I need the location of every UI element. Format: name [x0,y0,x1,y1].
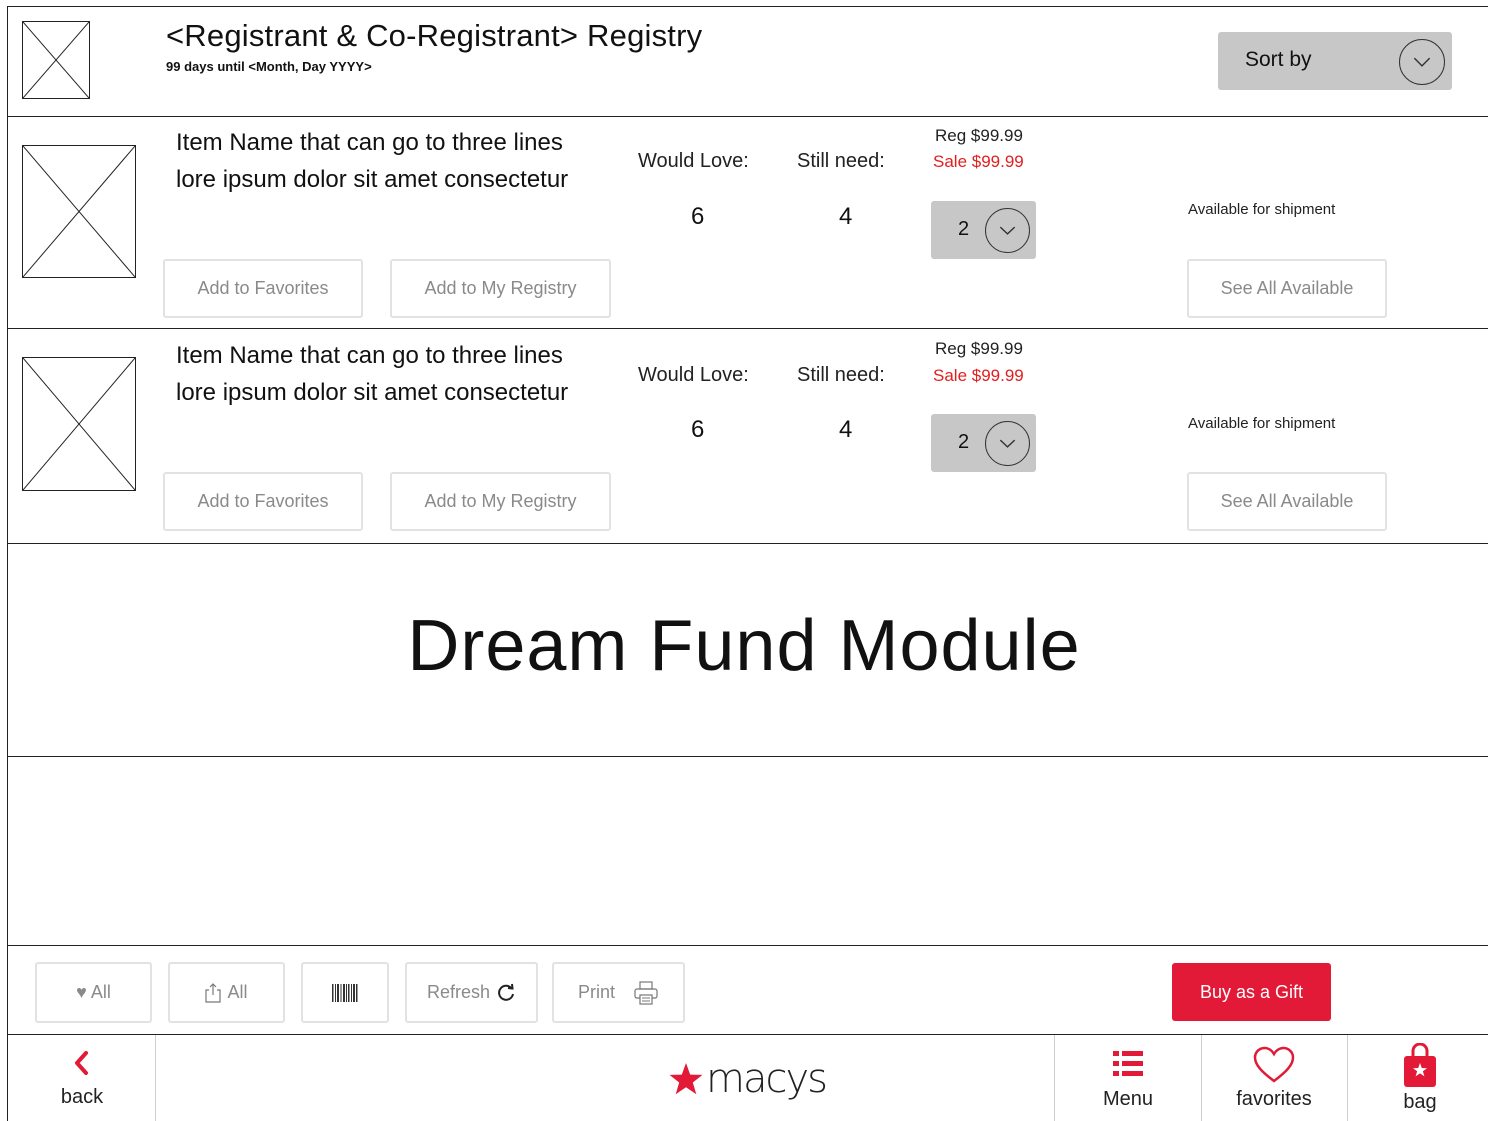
logo-wordmark: macys [706,1056,828,1102]
event-countdown: 99 days until <Month, Day YYYY> [166,59,372,74]
shopping-bag-icon [1402,1042,1438,1089]
would-love-label: Would Love: [638,150,749,172]
sale-price: Sale $99.99 [933,366,1024,385]
buy-as-gift-button[interactable]: Buy as a Gift [1172,963,1331,1021]
would-love-count: 6 [691,203,705,230]
barcode-icon [331,983,359,1003]
sale-price: Sale $99.99 [933,152,1024,171]
divider [7,1034,1488,1035]
quantity-value: 2 [958,431,970,453]
chevron-down-icon [985,208,1030,253]
back-label: back [60,1086,104,1108]
still-need-count: 4 [839,203,853,230]
favorite-all-label: ♥ All [76,982,111,1002]
item-image-placeholder [22,145,136,278]
menu-icon [1111,1047,1145,1081]
printer-icon [633,980,659,1005]
chevron-down-icon [985,421,1030,466]
star-icon [668,1062,704,1096]
would-love-label: Would Love: [638,364,749,386]
quantity-value: 2 [958,218,970,240]
favorite-all-button[interactable]: ♥ All [35,962,152,1023]
add-to-favorites-button[interactable]: Add to Favorites [163,259,363,318]
item-name[interactable]: Item Name that can go to three lines lor… [176,124,596,198]
share-icon [205,982,222,1003]
dream-fund-module: Dream Fund Module [407,606,1081,686]
favorites-label: favorites [1236,1088,1312,1110]
refresh-icon [496,983,516,1003]
quantity-select[interactable]: 2 [931,414,1036,472]
still-need-label: Still need: [797,364,885,386]
sort-dropdown[interactable]: Sort by [1218,32,1452,90]
barcode-button[interactable] [301,962,389,1023]
still-need-count: 4 [839,416,853,443]
share-all-button[interactable]: All [168,962,285,1023]
would-love-count: 6 [691,416,705,443]
divider [155,1035,156,1121]
add-to-registry-button[interactable]: Add to My Registry [390,259,611,318]
add-to-favorites-button[interactable]: Add to Favorites [163,472,363,531]
heart-icon [1252,1046,1296,1084]
divider [7,756,1488,757]
availability-status: Available for shipment [1188,415,1336,432]
divider [7,945,1488,946]
share-all-label: All [227,982,248,1002]
divider [7,543,1488,544]
regular-price: Reg $99.99 [935,126,1023,145]
see-all-available-button[interactable]: See All Available [1187,259,1387,318]
divider [1054,1035,1055,1121]
divider [1201,1035,1202,1121]
divider [1347,1035,1348,1121]
item-image-placeholder [22,357,136,491]
refresh-button[interactable]: Refresh [405,962,538,1023]
add-to-registry-button[interactable]: Add to My Registry [390,472,611,531]
print-button[interactable]: Print [552,962,685,1023]
quantity-select[interactable]: 2 [931,201,1036,259]
print-label: Print [577,982,615,1002]
availability-status: Available for shipment [1188,201,1336,218]
see-all-available-button[interactable]: See All Available [1187,472,1387,531]
chevron-down-icon [1399,39,1445,85]
menu-label: Menu [1102,1088,1154,1110]
page-title: <Registrant & Co-Registrant> Registry [166,18,703,53]
chevron-left-icon [71,1050,93,1076]
divider [7,116,1488,117]
item-name[interactable]: Item Name that can go to three lines lor… [176,337,596,411]
macys-logo: macys [668,1056,828,1102]
bag-label: bag [1403,1091,1437,1113]
registry-image-placeholder [22,21,90,99]
divider [7,328,1488,329]
regular-price: Reg $99.99 [935,339,1023,358]
still-need-label: Still need: [797,150,885,172]
refresh-label: Refresh [426,982,491,1002]
sort-label: Sort by [1245,48,1312,71]
